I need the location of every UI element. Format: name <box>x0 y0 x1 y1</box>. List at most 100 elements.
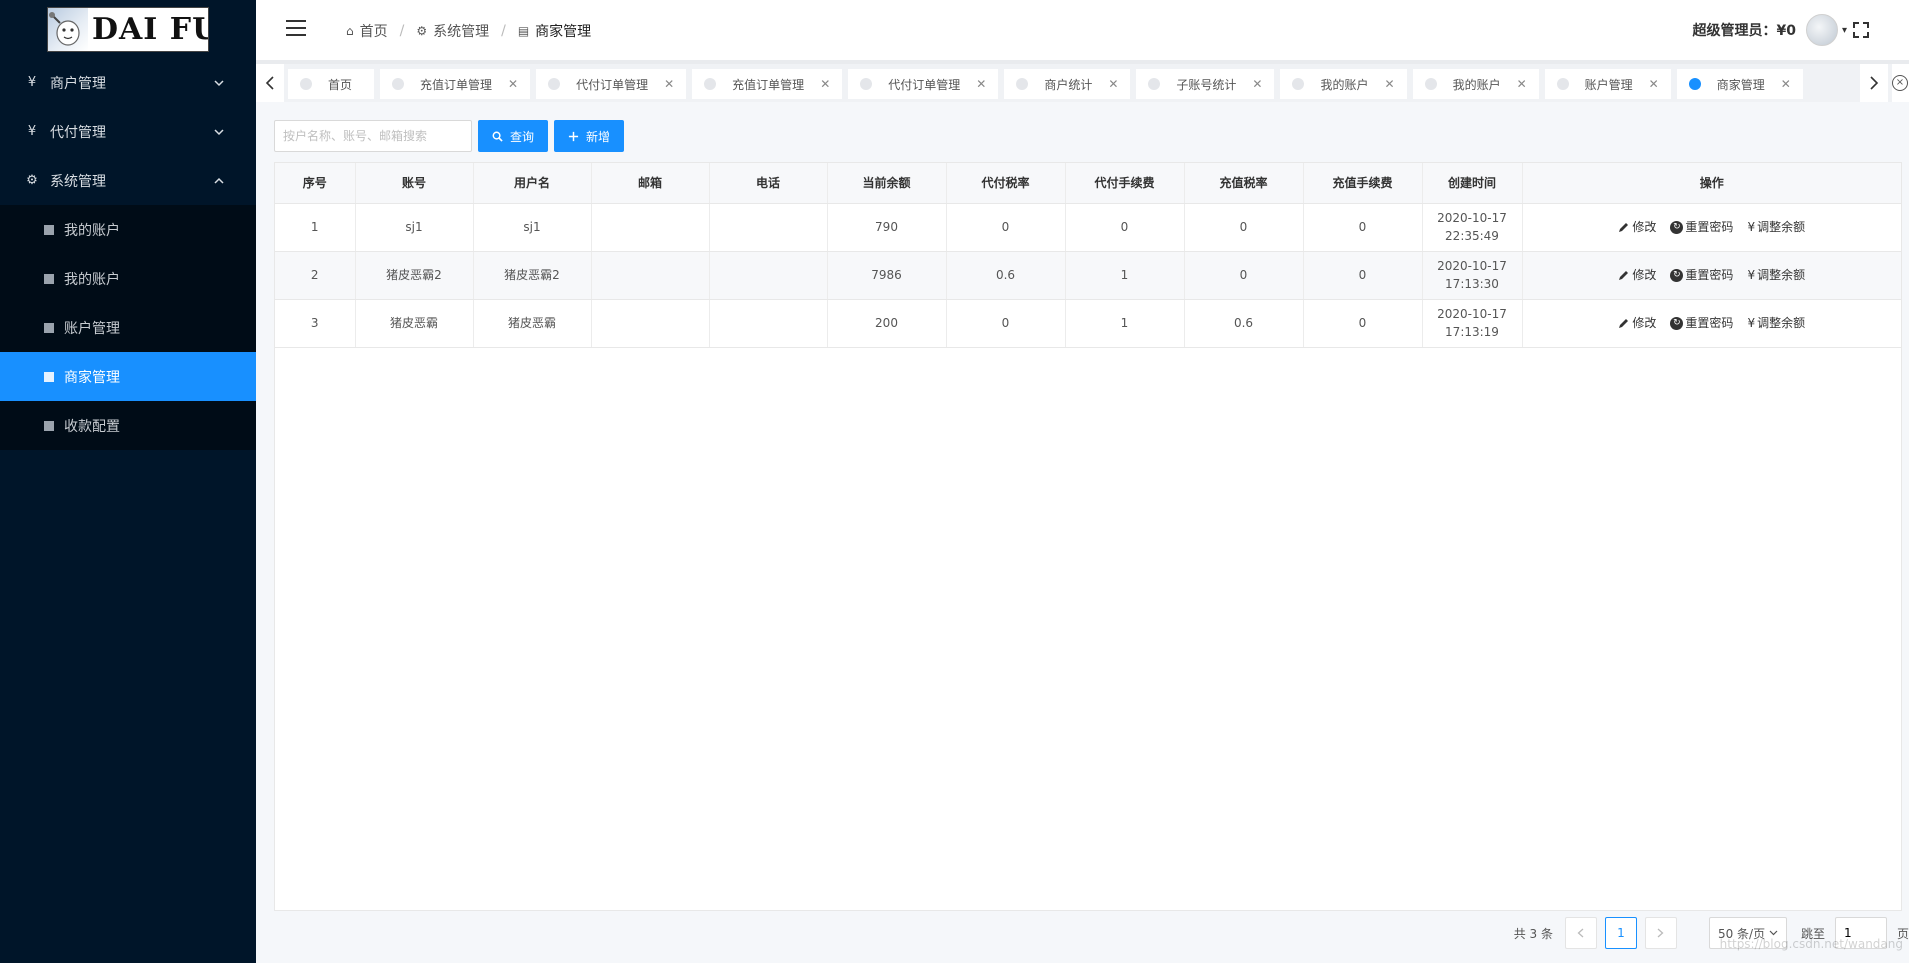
tab-4[interactable]: 代付订单管理 ✕ <box>848 69 999 99</box>
tab-10[interactable]: 商家管理 ✕ <box>1676 69 1803 99</box>
cell-recharge_fee: 0 <box>1303 299 1423 348</box>
close-icon[interactable]: ✕ <box>1649 77 1659 91</box>
edit-button[interactable]: 修改 <box>1618 266 1656 284</box>
tab-status-dot <box>1016 78 1029 90</box>
sidebar-group-2[interactable]: ⚙ 系统管理 <box>0 156 256 205</box>
cell-idx: 1 <box>275 203 356 252</box>
cell-balance: 200 <box>827 299 947 348</box>
cell-recharge_fee: 0 <box>1303 203 1423 252</box>
column-header: 操作 <box>1522 163 1901 204</box>
sidebar-item-3[interactable]: 商家管理 <box>0 352 256 401</box>
cell-phone <box>709 299 828 348</box>
tab-status-dot <box>1148 78 1161 90</box>
tab-status-dot <box>1292 78 1305 90</box>
sidebar-item-label: 商家管理 <box>64 369 120 386</box>
adjust-label: 调整余额 <box>1757 220 1806 234</box>
add-button[interactable]: 新增 <box>554 120 625 152</box>
sidebar-item-0[interactable]: 我的账户 <box>0 205 256 254</box>
sidebar-item-label: 我的账户 <box>64 222 120 239</box>
tab-8[interactable]: 我的账户 ✕ <box>1412 69 1539 99</box>
cell-payout_rate: 0.6 <box>946 251 1066 300</box>
column-header: 用户名 <box>473 163 592 204</box>
edit-label: 修改 <box>1632 316 1657 330</box>
reset-icon: ↻ <box>1670 316 1684 330</box>
reset-password-button[interactable]: ↻ 重置密码 <box>1670 218 1733 236</box>
tab-3[interactable]: 充值订单管理 ✕ <box>692 69 843 99</box>
prev-page-icon[interactable] <box>1564 917 1597 949</box>
close-icon[interactable]: ✕ <box>820 77 830 91</box>
reset-password-button[interactable]: ↻ 重置密码 <box>1670 314 1733 332</box>
tab-scroll-right-icon[interactable] <box>1860 64 1888 102</box>
logo[interactable]: DAI FU <box>47 6 209 52</box>
tab-scroll-left-icon[interactable] <box>256 64 284 102</box>
query-button[interactable]: 查询 <box>478 120 549 152</box>
close-icon[interactable]: ✕ <box>664 77 674 91</box>
tab-label: 代付订单管理 <box>576 77 649 92</box>
reset-password-button[interactable]: ↻ 重置密码 <box>1670 266 1733 284</box>
sidebar-group-label: 商户管理 <box>50 75 106 92</box>
yen-icon: ¥ <box>1747 268 1756 282</box>
edit-button[interactable]: 修改 <box>1618 314 1656 332</box>
next-page-icon[interactable] <box>1644 917 1677 949</box>
close-icon[interactable]: ✕ <box>1252 77 1262 91</box>
adjust-balance-button[interactable]: ¥ 调整余额 <box>1747 266 1805 284</box>
cell-balance: 790 <box>827 203 947 252</box>
breadcrumb-home[interactable]: ⌂ 首页 <box>346 21 388 41</box>
merchant-table: 序号 账号 用户名 邮箱 电话 当前余额 代付税率 代付手续费 充值税率 充值手续费 创建时间 操作 … <box>274 162 1902 911</box>
tab-5[interactable]: 商户统计 ✕ <box>1004 69 1131 99</box>
sidebar-group-0[interactable]: ¥ 商户管理 <box>0 58 256 107</box>
mascot-icon <box>48 7 88 51</box>
list-icon: ▤ <box>517 24 530 38</box>
sidebar-group-1[interactable]: ¥ 代付管理 <box>0 107 256 156</box>
breadcrumb-label: 首页 <box>359 24 388 40</box>
header-right: 超级管理员：¥0 ▾ <box>1692 14 1869 46</box>
breadcrumb-system[interactable]: ⚙ 系统管理 <box>416 21 489 41</box>
avatar[interactable] <box>1805 14 1838 46</box>
column-header: 邮箱 <box>591 163 710 204</box>
gear-icon: ⚙ <box>26 173 38 188</box>
adjust-balance-button[interactable]: ¥ 调整余额 <box>1747 218 1805 236</box>
tab-2[interactable]: 代付订单管理 ✕ <box>536 69 687 99</box>
column-header: 代付手续费 <box>1065 163 1185 204</box>
close-icon[interactable]: ✕ <box>1517 77 1527 91</box>
sidebar-item-2[interactable]: 账户管理 <box>0 303 256 352</box>
edit-icon <box>1618 317 1630 329</box>
tab-label: 账户管理 <box>1584 77 1633 92</box>
close-icon[interactable]: ✕ <box>976 77 986 91</box>
edit-button[interactable]: 修改 <box>1618 218 1656 236</box>
sidebar-item-1[interactable]: 我的账户 <box>0 254 256 303</box>
logo-text: DAI FU <box>92 11 209 47</box>
column-header: 当前余额 <box>827 163 947 204</box>
cell-created: 2020-10-17 17:13:19 <box>1422 299 1523 348</box>
chevron-down-icon <box>214 127 224 137</box>
close-all-tabs-icon[interactable]: × <box>1892 64 1909 102</box>
table-header-row: 序号 账号 用户名 邮箱 电话 当前余额 代付税率 代付手续费 充值税率 充值手续费 创建时间 操作 <box>275 163 1901 204</box>
tab-1[interactable]: 充值订单管理 ✕ <box>380 69 531 99</box>
chevron-down-icon <box>1769 930 1778 936</box>
cell-username: sj1 <box>473 203 592 252</box>
close-icon[interactable]: ✕ <box>1781 77 1791 91</box>
menu-toggle-icon[interactable] <box>286 20 306 36</box>
page-number-button[interactable]: 1 <box>1604 917 1637 949</box>
search-input[interactable] <box>274 120 472 152</box>
tab-9[interactable]: 账户管理 ✕ <box>1544 69 1671 99</box>
fullscreen-icon[interactable] <box>1853 22 1869 38</box>
sidebar-item-4[interactable]: 收款配置 <box>0 401 256 450</box>
tab-label: 我的账户 <box>1452 77 1501 92</box>
caret-down-icon[interactable]: ▾ <box>1842 25 1847 36</box>
tab-6[interactable]: 子账号统计 ✕ <box>1136 69 1275 99</box>
reset-icon: ↻ <box>1670 220 1684 234</box>
column-header: 充值税率 <box>1184 163 1304 204</box>
column-header: 电话 <box>709 163 828 204</box>
breadcrumb-label: 系统管理 <box>433 24 490 40</box>
adjust-balance-button[interactable]: ¥ 调整余额 <box>1747 314 1805 332</box>
table-body: 1 sj1 sj1 790 0 0 0 0 2020-10-17 22:35:49 修改 ↻ 重置密码 ¥… <box>275 203 1901 348</box>
tab-label: 首页 <box>328 77 353 92</box>
tab-0[interactable]: 首页 <box>288 69 375 99</box>
table-row: 3 猪皮恶霸 猪皮恶霸 200 0 1 0.6 0 2020-10-17 17:13:19 修改 ↻ 重… <box>275 299 1901 348</box>
tab-bar: 首页 充值订单管理 ✕ 代付订单管理 ✕ 充值订单管理 ✕ 代付订单管理 ✕ 商户统计 ✕ 子账号统计… <box>256 60 1909 102</box>
tab-7[interactable]: 我的账户 ✕ <box>1280 69 1407 99</box>
close-icon[interactable]: ✕ <box>1385 77 1395 91</box>
close-icon[interactable]: ✕ <box>1108 77 1118 91</box>
close-icon[interactable]: ✕ <box>508 77 518 91</box>
